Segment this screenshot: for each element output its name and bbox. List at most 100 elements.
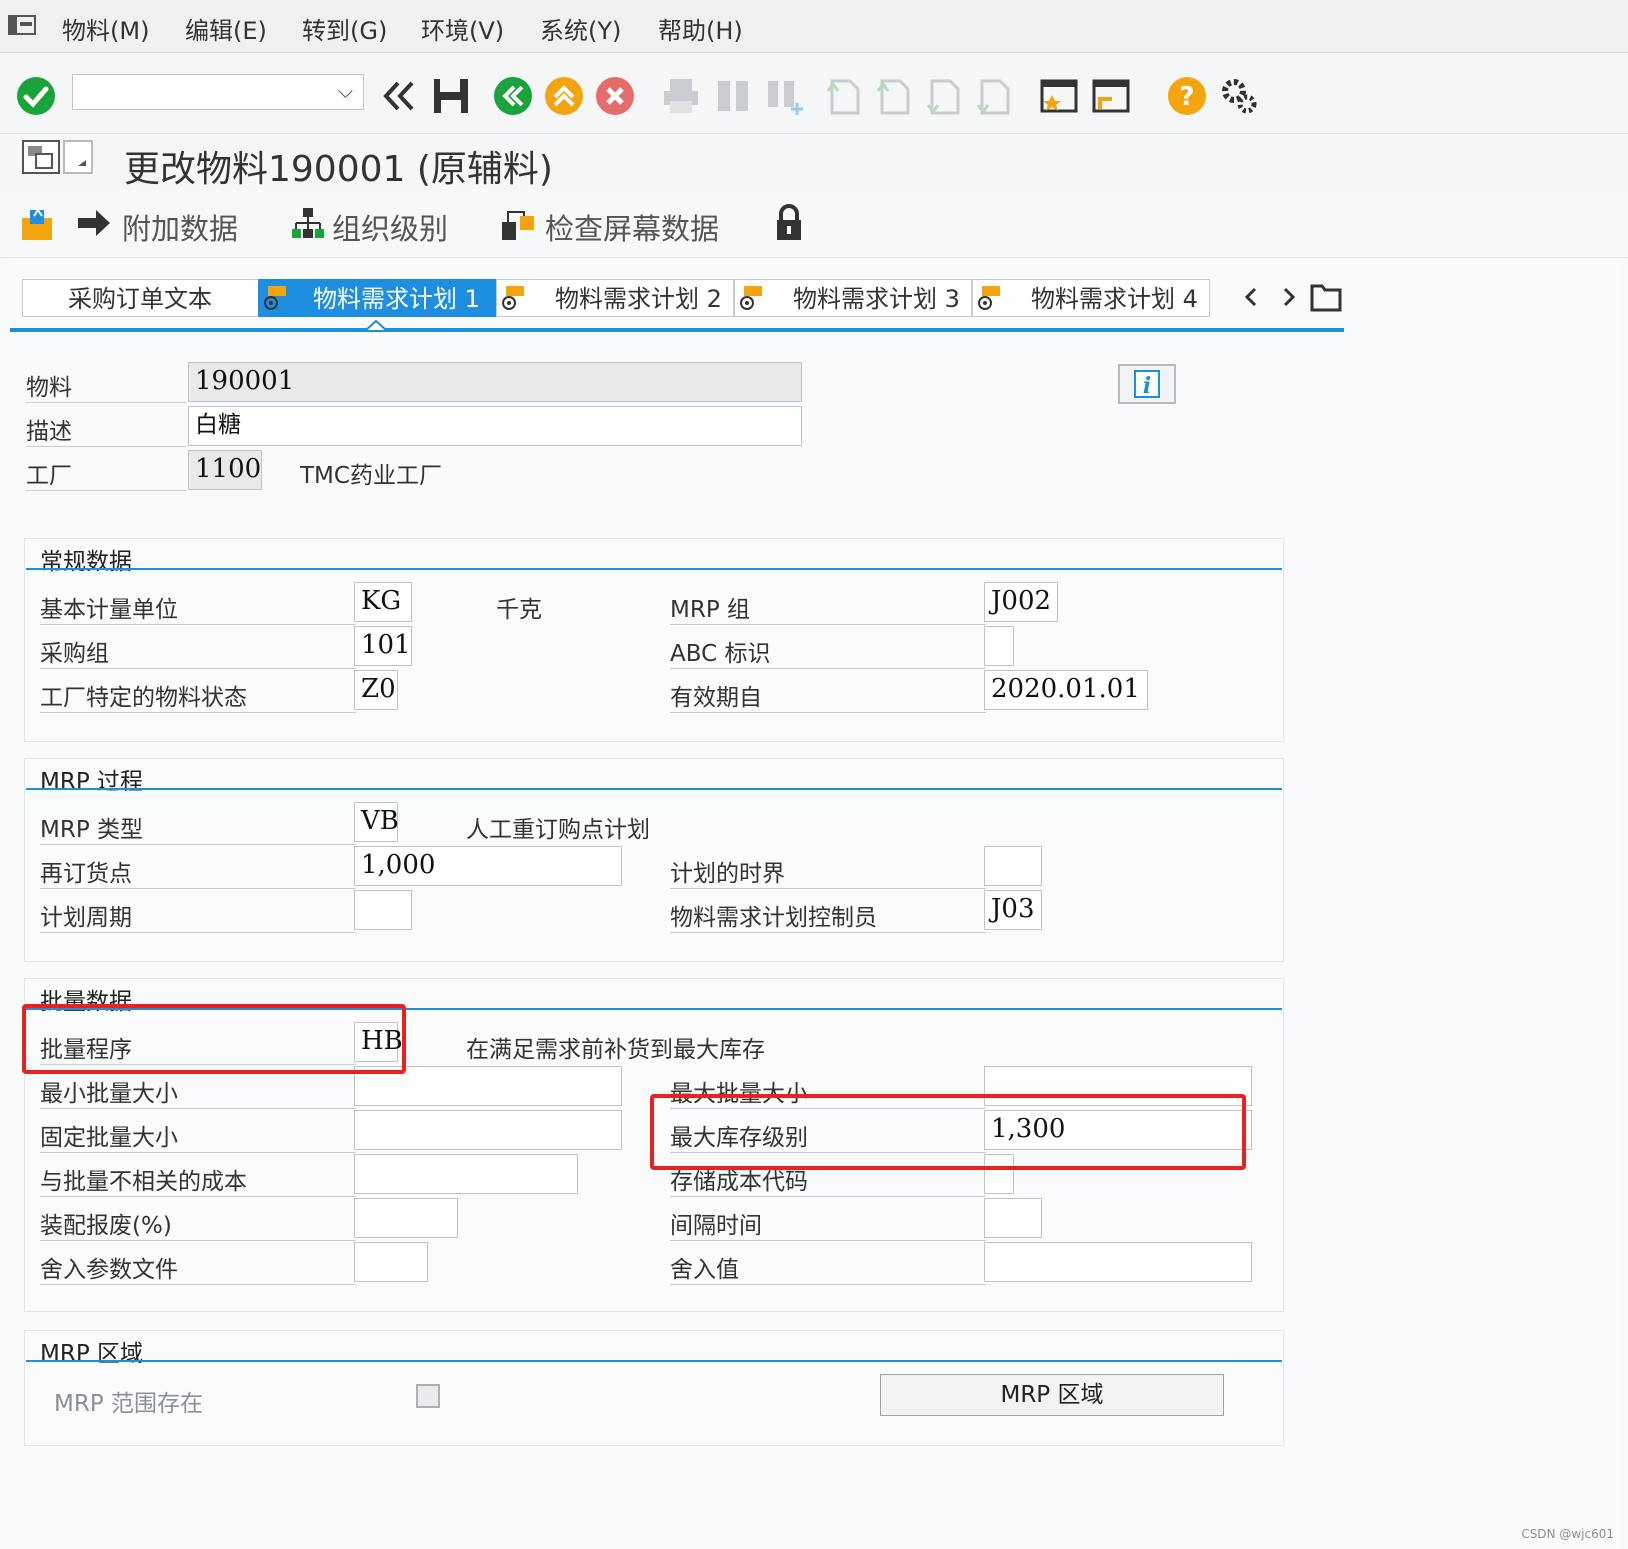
purch-group-label: 采购组 (40, 634, 356, 669)
svg-text:?: ? (1179, 82, 1194, 112)
screen-menu-icon[interactable] (22, 140, 94, 176)
fixed-lot-size-field[interactable] (354, 1110, 622, 1150)
tab-scroll-right-icon[interactable] (1276, 284, 1302, 310)
general-data-line (26, 568, 1282, 570)
plant-status-field[interactable]: Z0 (354, 670, 398, 710)
mrp-procedure-line (26, 788, 1282, 790)
lot-cost-field[interactable] (354, 1154, 578, 1194)
mrp-area-line (26, 1360, 1282, 1362)
menu-system[interactable]: 系统(Y) (540, 11, 621, 46)
menu-bar: 物料(M) 编辑(E) 转到(G) 环境(V) 系统(Y) 帮助(H) (0, 0, 1628, 53)
mrp-gear-icon (740, 286, 762, 310)
tab-mrp3[interactable]: 物料需求计划 3 (734, 279, 972, 317)
org-levels-button[interactable]: 组织级别 (332, 206, 448, 248)
tab-po-text[interactable]: 采购订单文本 (22, 279, 260, 317)
help-icon[interactable]: ? (1166, 75, 1208, 117)
general-data-title: 常规数据 (40, 549, 132, 575)
highlight-max-stock-level (650, 1094, 1246, 1170)
rounding-profile-field[interactable] (354, 1242, 428, 1282)
tab-scroll-left-icon[interactable] (1238, 284, 1264, 310)
takt-time-field[interactable] (984, 1198, 1042, 1238)
mrp-procedure-title: MRP 过程 (40, 769, 144, 795)
find-next-icon[interactable] (764, 75, 806, 117)
tab-mrp1-label: 物料需求计划 1 (313, 285, 480, 313)
tab-underline (10, 328, 1344, 332)
tab-list-icon[interactable] (1310, 282, 1342, 312)
generate-shortcut-icon[interactable] (1090, 75, 1132, 117)
menu-goto[interactable]: 转到(G) (302, 11, 387, 46)
takt-time-label: 间隔时间 (670, 1206, 986, 1241)
menu-edit[interactable]: 编辑(E) (185, 11, 267, 46)
description-field[interactable]: 白糖 (188, 406, 802, 446)
save-icon[interactable] (430, 75, 472, 117)
description-label: 描述 (26, 412, 186, 447)
rounding-value-label: 舍入值 (670, 1250, 986, 1285)
mrp-gear-icon (978, 286, 1000, 310)
menu-environment[interactable]: 环境(V) (421, 11, 504, 46)
purch-group-field[interactable]: 101 (354, 626, 412, 666)
mrp-area-exists-checkbox[interactable] (416, 1384, 440, 1408)
settings-gear-icon[interactable] (1218, 75, 1260, 117)
info-icon[interactable]: i (1118, 364, 1176, 404)
plant-status-label: 工厂特定的物料状态 (40, 678, 356, 713)
min-lot-size-label: 最小批量大小 (40, 1074, 356, 1109)
next-page-icon[interactable] (922, 75, 964, 117)
rounding-value-field[interactable] (984, 1242, 1252, 1282)
time-fence-label: 计划的时界 (670, 854, 986, 889)
reorder-point-label: 再订货点 (40, 854, 356, 889)
mrp-type-field[interactable]: VB (354, 802, 399, 842)
previous-page-icon[interactable] (872, 75, 914, 117)
mrp-controller-field[interactable]: J03 (984, 890, 1042, 930)
active-tab-pointer-icon (366, 320, 386, 330)
back-icon[interactable] (492, 75, 534, 117)
display-change-icon[interactable] (20, 206, 56, 242)
chevron-down-icon[interactable]: ⌵ (338, 79, 353, 103)
svg-text:i: i (1143, 373, 1151, 399)
reorder-point-field[interactable]: 1,000 (354, 846, 622, 886)
lock-icon[interactable] (774, 204, 804, 242)
menu-material[interactable]: 物料(M) (62, 11, 149, 46)
check-screen-icon (502, 211, 534, 240)
tab-mrp4[interactable]: 物料需求计划 4 (972, 279, 1210, 317)
check-screen-data-button[interactable]: 检查屏幕数据 (545, 206, 719, 248)
abc-indicator-field[interactable] (984, 626, 1014, 666)
mrp-gear-icon (264, 286, 286, 310)
time-fence-field[interactable] (984, 846, 1042, 886)
menu-help[interactable]: 帮助(H) (658, 11, 743, 46)
valid-from-label: 有效期自 (670, 678, 986, 713)
menu-toggle-icon[interactable] (8, 13, 38, 37)
mrp-area-button[interactable]: MRP 区域 (880, 1374, 1224, 1416)
base-uom-label: 基本计量单位 (40, 590, 356, 625)
first-page-icon[interactable] (822, 75, 864, 117)
exit-icon[interactable] (543, 75, 585, 117)
valid-from-field[interactable]: 2020.01.01 (984, 670, 1148, 710)
mrp-area-exists-label: MRP 范围存在 (54, 1391, 204, 1417)
assembly-scrap-field[interactable] (354, 1198, 458, 1238)
arrow-right-icon (78, 210, 110, 236)
create-session-icon[interactable] (1038, 75, 1080, 117)
fixed-lot-size-label: 固定批量大小 (40, 1118, 356, 1153)
print-icon[interactable] (660, 75, 702, 117)
find-icon[interactable] (712, 75, 754, 117)
mrp-area-title: MRP 区域 (40, 1341, 144, 1367)
tab-mrp1[interactable]: 物料需求计划 1 (258, 279, 496, 317)
last-page-icon[interactable] (972, 75, 1014, 117)
planning-cycle-field[interactable] (354, 890, 412, 930)
mrp-type-label: MRP 类型 (40, 810, 356, 845)
mrp-group-field[interactable]: J002 (984, 582, 1058, 622)
abc-indicator-label: ABC 标识 (670, 634, 986, 669)
tab-mrp2[interactable]: 物料需求计划 2 (496, 279, 734, 317)
material-field: 190001 (188, 362, 802, 402)
org-levels-icon (292, 208, 324, 238)
additional-data-button[interactable]: 附加数据 (122, 206, 238, 248)
base-uom-field[interactable]: KG (354, 582, 412, 622)
mrp-type-text: 人工重订购点计划 (466, 817, 650, 843)
base-uom-text: 千克 (496, 597, 542, 623)
plant-label: 工厂 (26, 456, 186, 491)
assembly-scrap-label: 装配报废(%) (40, 1206, 356, 1241)
back-double-chevron-icon[interactable] (378, 75, 420, 117)
enter-check-icon[interactable] (15, 75, 57, 117)
watermark: CSDN @wjc601 (1521, 1527, 1614, 1541)
cancel-icon[interactable] (594, 75, 636, 117)
command-field[interactable]: ⌵ (72, 74, 364, 110)
